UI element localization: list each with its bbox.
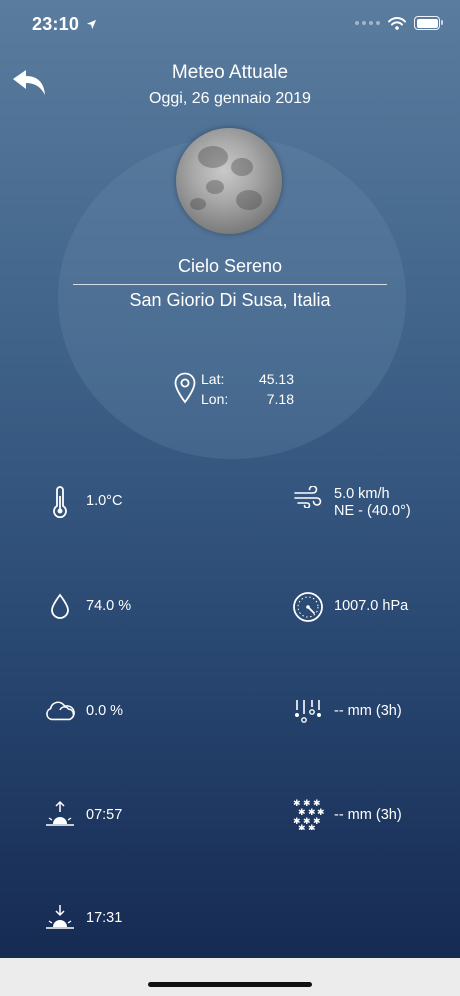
rain-icon — [295, 700, 321, 723]
lon-value: 7.18 — [266, 391, 294, 407]
sunrise-icon — [46, 800, 74, 826]
pressure-value: 1007.0 hPa — [334, 598, 409, 614]
snow-value: -- mm (3h) — [334, 807, 402, 823]
rain-metric: -- mm (3h) — [292, 698, 402, 724]
humidity-metric: 74.0 % — [44, 593, 131, 619]
coordinates: Lat: 45.13 Lon: 7.18 — [174, 370, 304, 410]
location-name: San Giorio Di Susa, Italia — [129, 290, 331, 310]
location-pin-icon — [174, 372, 196, 404]
weather-condition: Cielo Sereno — [177, 256, 283, 276]
wind-values: 5.0 km/h NE - (40.0°) — [334, 486, 411, 520]
lon-label: Lon: — [201, 391, 229, 407]
signal-icon — [355, 21, 380, 25]
bottom-bar — [0, 958, 460, 996]
pressure-metric: 1007.0 hPa — [292, 591, 408, 623]
sunset-value: 17:31 — [86, 910, 123, 926]
rain-value: -- mm (3h) — [334, 703, 402, 719]
temperature-metric: 1.0°C — [44, 486, 122, 518]
wind-metric: 5.0 km/h NE - (40.0°) — [292, 486, 411, 520]
svg-text:✱: ✱ — [308, 824, 316, 830]
wifi-icon — [388, 16, 406, 30]
home-indicator[interactable] — [148, 982, 312, 987]
moon-icon — [176, 128, 282, 234]
status-time: 23:10 — [32, 14, 80, 34]
wind-direction: NE - (40.0°) — [334, 503, 411, 519]
thermometer-icon — [53, 486, 67, 518]
cloud-icon — [46, 701, 75, 721]
location-arrow-icon — [86, 17, 97, 35]
wind-speed: 5.0 km/h — [334, 486, 390, 502]
snow-metric: ✱ ✱ ✱ ✱ ✱ ✱ ✱ ✱ ✱ ✱ ✱ -- mm (3h) — [292, 798, 402, 830]
temperature-value: 1.0°C — [86, 493, 123, 509]
sunrise-metric: 07:57 — [44, 800, 122, 828]
sunset-metric: 17:31 — [44, 903, 122, 931]
battery-icon — [414, 16, 443, 30]
lat-value: 45.13 — [258, 371, 294, 387]
svg-text:✱: ✱ — [298, 824, 306, 830]
sunrise-value: 07:57 — [86, 807, 123, 823]
page-date: Oggi, 26 gennaio 2019 — [149, 90, 311, 107]
status-bar: 23:10 — [0, 0, 460, 50]
cloudiness-value: 0.0 % — [86, 703, 124, 719]
snowflakes-icon: ✱ ✱ ✱ ✱ ✱ ✱ ✱ ✱ ✱ ✱ ✱ — [293, 799, 324, 830]
barometer-icon — [293, 592, 323, 622]
lat-label: Lat: — [201, 371, 225, 387]
humidity-value: 74.0 % — [86, 598, 132, 614]
sunset-icon — [46, 905, 74, 929]
wind-icon — [294, 486, 322, 508]
divider — [73, 284, 387, 285]
cloudiness-metric: 0.0 % — [44, 700, 123, 722]
water-drop-icon — [51, 593, 69, 619]
page-title: Meteo Attuale — [171, 62, 289, 83]
